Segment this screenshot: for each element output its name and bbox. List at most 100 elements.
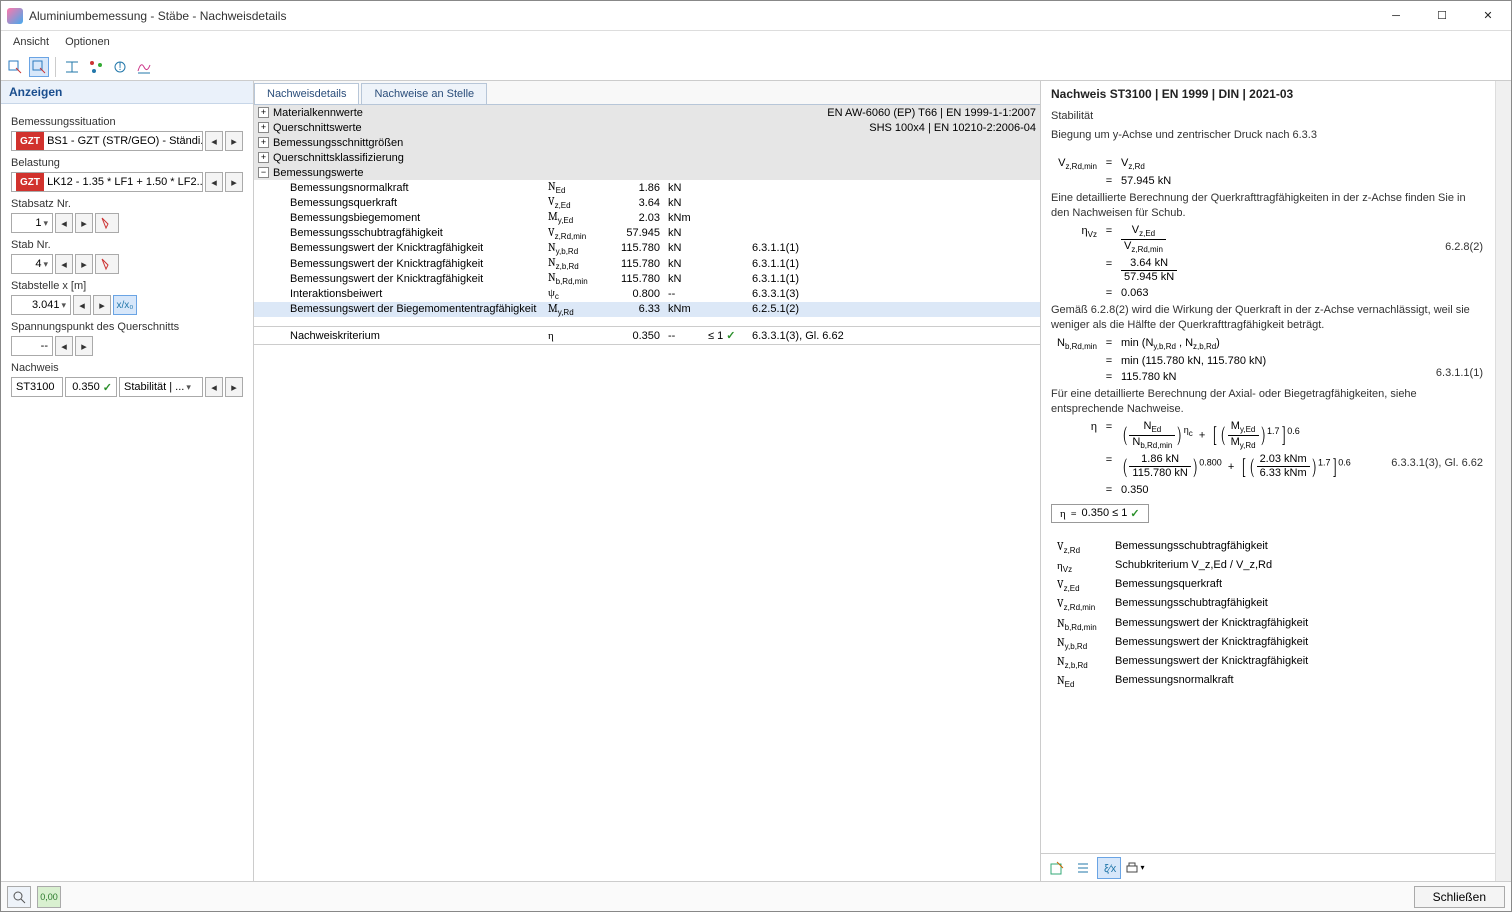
table-row[interactable]: Bemessungswert der KnicktragfähigkeitNy,… [254,241,1040,256]
position-input[interactable]: 3.041▾ [11,295,71,315]
load-prev-button[interactable]: ◂ [205,172,223,192]
position-prev-button[interactable]: ◂ [73,295,91,315]
member-prev-button[interactable]: ◂ [55,254,73,274]
detail-tool-formula-icon[interactable]: ξ⁄x [1097,857,1121,879]
table-row[interactable]: Bemessungswert der KnicktragfähigkeitNb,… [254,271,1040,286]
table-row[interactable]: Bemessungswert der Biegemomententragfähi… [254,302,1040,317]
load-label: Belastung [11,157,243,169]
stresspoint-input[interactable]: -- [11,336,53,356]
collapse-icon[interactable]: − [258,167,269,178]
minimize-button[interactable]: ─ [1373,1,1419,31]
position-next-button[interactable]: ▸ [93,295,111,315]
result-box: η = 0.350 ≤ 1 ✓ [1051,504,1149,523]
app-icon [7,8,23,24]
close-button[interactable]: Schließen [1414,886,1505,908]
table-row[interactable]: BemessungsbiegemomentMy,Ed2.03kNm [254,210,1040,225]
stresspoint-label: Spannungspunkt des Querschnitts [11,321,243,333]
memberset-next-button[interactable]: ▸ [75,213,93,233]
proof-label: Nachweis [11,362,243,374]
ref-tag: 6.3.3.1(3), Gl. 6.62 [1391,457,1483,469]
detail-tool-export-icon[interactable] [1045,857,1069,879]
member-label: Stab Nr. [11,239,243,251]
toolbar: ! [1,53,1511,81]
detail-h2: Biegung um y-Achse und zentrischer Druck… [1051,128,1485,143]
criterion-row: Nachweiskriterium η 0.350 -- ≤ 1 ✓ 6.3.3… [254,327,1040,345]
load-combo[interactable]: GZT LK12 - 1.35 * LF1 + 1.50 * LF2...▾ [11,172,203,192]
center-panel: Nachweisdetails Nachweise an Stelle +Mat… [254,81,1041,881]
tabs: Nachweisdetails Nachweise an Stelle [254,81,1040,105]
table-row[interactable]: BemessungsquerkraftVz,Ed3.64kN [254,195,1040,210]
status-search-icon[interactable] [7,886,31,908]
close-window-button[interactable]: ✕ [1465,1,1511,31]
stresspoint-next-button[interactable]: ▸ [75,336,93,356]
expand-icon[interactable]: + [258,107,269,118]
chevron-down-icon: ▾ [43,218,48,229]
position-label: Stabstelle x [m] [11,280,243,292]
position-xx0-button[interactable]: x/x₀ [113,295,137,315]
tool-graph-icon[interactable] [134,57,154,77]
table-row[interactable]: Bemessungswert der KnicktragfähigkeitNz,… [254,256,1040,271]
statusbar: 0,00 Schließen [1,881,1511,911]
tab-nachweisdetails[interactable]: Nachweisdetails [254,83,359,104]
chevron-down-icon: ▾ [186,382,191,393]
right-panel-toolbar: ξ⁄x ▾ [1041,853,1495,881]
definition-row: Ny,b,RdBemessungswert der Knicktragfähig… [1053,635,1312,652]
tool-info-icon[interactable]: ! [110,57,130,77]
titlebar: Aluminiumbemessung - Stäbe - Nachweisdet… [1,1,1511,31]
scrollbar[interactable] [1495,81,1511,881]
definition-row: Vz,RdBemessungsschubtragfähigkeit [1053,539,1312,556]
memberset-prev-button[interactable]: ◂ [55,213,73,233]
definition-row: NEdBemessungsnormalkraft [1053,673,1312,690]
member-pick-icon[interactable] [95,254,119,274]
memberset-pick-icon[interactable] [95,213,119,233]
status-units-icon[interactable]: 0,00 [37,886,61,908]
detail-tool-list-icon[interactable] [1071,857,1095,879]
situation-combo[interactable]: GZT BS1 - GZT (STR/GEO) - Ständi...▾ [11,131,203,151]
left-panel: Anzeigen Bemessungssituation GZT BS1 - G… [1,81,254,881]
proof-category-combo[interactable]: Stabilität | ...▾ [119,377,203,397]
svg-text:!: ! [118,61,121,73]
proof-prev-button[interactable]: ◂ [205,377,223,397]
definition-row: Vz,EdBemessungsquerkraft [1053,577,1312,594]
memberset-input[interactable]: 1▾ [11,213,53,233]
stresspoint-prev-button[interactable]: ◂ [55,336,73,356]
definition-row: Vz,Rd,minBemessungsschubtragfähigkeit [1053,596,1312,613]
detail-tool-print-icon[interactable]: ▾ [1123,857,1147,879]
table-row[interactable]: BemessungsschubtragfähigkeitVz,Rd,min57.… [254,226,1040,241]
table-row[interactable]: Interaktionsbeiwertψc0.800--6.3.3.1(3) [254,286,1040,301]
right-panel: Nachweis ST3100 | EN 1999 | DIN | 2021-0… [1041,81,1495,881]
chevron-down-icon: ▾ [43,259,48,270]
maximize-button[interactable]: ☐ [1419,1,1465,31]
check-icon: ✓ [103,381,112,394]
member-next-button[interactable]: ▸ [75,254,93,274]
tab-nachweise-an-stelle[interactable]: Nachweise an Stelle [361,83,487,104]
expand-icon[interactable]: + [258,122,269,133]
definition-row: Nz,b,RdBemessungswert der Knicktragfähig… [1053,654,1312,671]
proof-ratio-field: 0.350 ✓ [65,377,117,397]
menu-options[interactable]: Optionen [57,31,118,53]
check-icon: ✓ [726,330,735,342]
tool-beam-icon[interactable] [62,57,82,77]
proof-id-field[interactable]: ST3100 [11,377,63,397]
left-panel-header: Anzeigen [1,81,253,104]
situation-label: Bemessungssituation [11,116,243,128]
window-title: Aluminiumbemessung - Stäbe - Nachweisdet… [29,9,1373,23]
definition-row: Nb,Rd,minBemessungswert der Knicktragfäh… [1053,616,1312,633]
svg-text:ξ⁄x: ξ⁄x [1104,863,1116,875]
tool-select-a-icon[interactable] [5,57,25,77]
menubar: Ansicht Optionen [1,31,1511,53]
detail-h1: Stabilität [1051,109,1485,124]
load-next-button[interactable]: ▸ [225,172,243,192]
tool-nodes-icon[interactable] [86,57,106,77]
situation-next-button[interactable]: ▸ [225,131,243,151]
menu-view[interactable]: Ansicht [5,31,57,53]
member-input[interactable]: 4▾ [11,254,53,274]
expand-icon[interactable]: + [258,152,269,163]
expand-icon[interactable]: + [258,137,269,148]
tool-select-b-icon[interactable] [29,57,49,77]
toolbar-separator [55,57,56,77]
table-row[interactable]: BemessungsnormalkraftNEd1.86kN [254,180,1040,195]
definition-row: ηVzSchubkriterium V_z,Ed / V_z,Rd [1053,558,1312,575]
situation-prev-button[interactable]: ◂ [205,131,223,151]
proof-next-button[interactable]: ▸ [225,377,243,397]
